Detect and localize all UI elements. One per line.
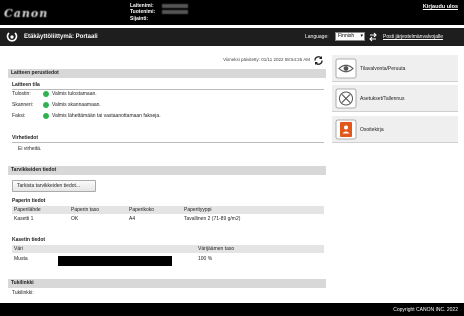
location-label: Sijainti: (130, 15, 149, 22)
toner-level-bar (58, 256, 172, 266)
copyright-text: Copyright CANON INC. 2022 (393, 307, 458, 313)
table-cell: A4 (129, 215, 136, 222)
column-header: Värijäämen taso (196, 245, 324, 253)
table-header-row: Väri Värijäämen taso (12, 245, 324, 253)
paper-table: Paperilähde Paperin taso Paperikoko Pape… (12, 206, 324, 223)
portal-icon (6, 32, 18, 42)
side-item-status-monitor[interactable]: Tilavalvonta/Peruuta (332, 55, 458, 82)
brand-logo: Canon (4, 7, 49, 20)
language-label: Language: (305, 34, 329, 40)
table-cell: OK (71, 215, 79, 222)
settings-tools-icon (335, 88, 357, 109)
logout-link[interactable]: Kirjaudu ulos (423, 4, 458, 10)
ready-status-icon (43, 91, 49, 97)
column-header: Paperin taso (69, 206, 127, 214)
footer: Copyright CANON INC. 2022 (0, 303, 464, 316)
status-row-printer: Tulostin: Valmis tulostamaan. (12, 91, 97, 97)
consumables-header: Tarvikkeiden tiedot (8, 166, 326, 175)
last-updated-text: Viimeksi päivitetty: 01/11 2022 08:54:25… (223, 57, 310, 62)
page-title: Etäkäyttöliittymä: Portaali (24, 34, 98, 40)
toner-info-title: Kasetin tiedot (12, 237, 46, 243)
column-header (58, 245, 196, 253)
device-name-value (162, 4, 188, 8)
language-select[interactable]: Finnish ▾ (335, 32, 365, 41)
status-value: Valmis tulostamaan. (52, 91, 97, 97)
side-item-label: Tilavalvonta/Peruuta (360, 66, 406, 72)
table-cell: 100 % (198, 255, 213, 262)
table-cell: Kasetti 1 (14, 215, 34, 222)
table-header-row: Paperilähde Paperin taso Paperikoko Pape… (12, 206, 324, 214)
side-item-address-book[interactable]: Osoitekirja (332, 116, 458, 143)
status-key: Skanneri: (12, 102, 34, 108)
portal-titlebar: Etäkäyttöliittymä: Portaali Language: Fi… (0, 28, 464, 46)
address-book-icon (335, 119, 357, 140)
table-cell: Tavallinen 2 (71-89 g/m2) (184, 215, 241, 222)
chevron-down-icon: ▾ (360, 33, 363, 39)
column-header: Paperityyppi (182, 206, 324, 214)
table-cell: Musta (14, 255, 28, 262)
side-item-label: Asetukset/Tallennus (360, 96, 405, 102)
status-key: Faksi: (12, 113, 26, 119)
support-header: Tukilinkki (8, 279, 326, 288)
status-value: Valmis skannaamaan. (52, 102, 101, 108)
table-row: Kasetti 1 OK A4 Tavallinen 2 (71-89 g/m2… (12, 214, 324, 223)
check-consumables-button[interactable]: Tarkista tarvikkeiden tiedot... (12, 180, 96, 192)
status-key: Tulostin: (12, 91, 31, 97)
status-value: Valmis lähettämään tai vastaanottamaan f… (52, 113, 161, 119)
update-row: Viimeksi päivitetty: 01/11 2022 08:54:25… (8, 55, 326, 67)
ready-status-icon (43, 102, 49, 108)
device-info-header: Laitteen perustiedot (8, 69, 326, 78)
refresh-icon[interactable] (313, 55, 324, 66)
ready-status-icon (43, 113, 49, 119)
status-row-fax: Faksi: Valmis lähettämään tai vastaanott… (12, 113, 161, 119)
support-link-value: Tukilinkki: (12, 290, 34, 296)
product-name-value (162, 10, 188, 15)
paper-info-title: Paperin tiedot (12, 198, 46, 204)
admin-mail-link[interactable]: Posti järjestelmänvalvojalle (383, 34, 443, 40)
device-info: Laitenimi: Tuotenimi: Sijainti: (130, 3, 188, 22)
error-info-title: Virhetiedot (12, 135, 39, 141)
divider (12, 142, 324, 143)
column-header: Paperilähde (12, 206, 69, 214)
switch-mode-icon[interactable] (368, 32, 378, 42)
device-state-title: Laitteen tila (12, 82, 40, 88)
side-item-settings[interactable]: Asetukset/Tallennus (332, 85, 458, 112)
column-header: Paperikoko (127, 206, 182, 214)
monitor-eye-icon (335, 58, 357, 79)
error-info-value: Ei virheitä. (18, 146, 42, 152)
divider (12, 89, 324, 90)
status-row-scanner: Skanneri: Valmis skannaamaan. (12, 102, 101, 108)
column-header: Väri (12, 245, 58, 253)
top-banner: Canon Laitenimi: Tuotenimi: Sijainti: Ki… (0, 0, 464, 25)
side-item-label: Osoitekirja (360, 127, 384, 133)
